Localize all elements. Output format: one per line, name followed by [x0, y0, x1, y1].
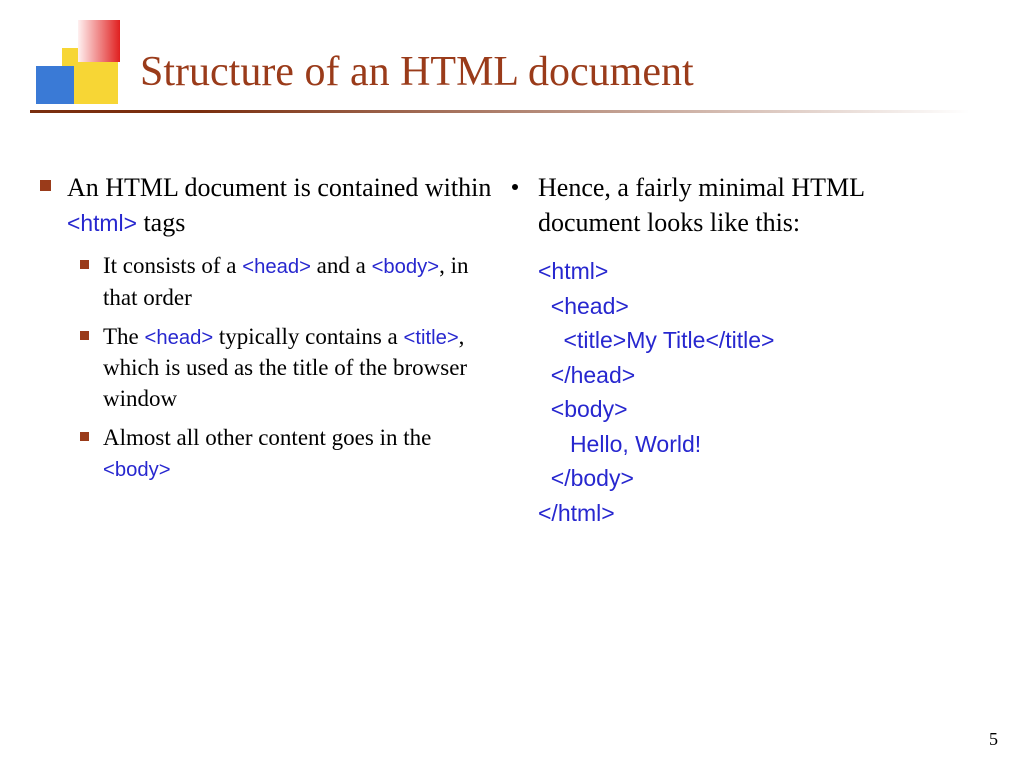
code-tag: <head>	[242, 256, 311, 278]
bullet-text: An HTML document is contained within <ht…	[67, 170, 492, 240]
text-fragment: tags	[137, 208, 185, 237]
sub-bullet-item: Almost all other content goes in the <bo…	[80, 422, 492, 484]
square-bullet-icon	[40, 180, 51, 191]
text-fragment: The	[103, 324, 145, 349]
slide-title: Structure of an HTML document	[140, 48, 694, 96]
sub-bullet-item: It consists of a <head> and a <body>, in…	[80, 250, 492, 312]
code-tag: <head>	[145, 327, 214, 349]
slide-decoration	[30, 20, 130, 120]
code-example: <html> <head> <title>My Title</title> </…	[538, 254, 964, 530]
right-column: Hence, a fairly minimal HTML document lo…	[512, 170, 984, 530]
square-bullet-icon	[80, 260, 89, 269]
text-fragment: It consists of a	[103, 253, 242, 278]
code-tag: <title>	[404, 327, 459, 349]
bullet-item: An HTML document is contained within <ht…	[40, 170, 492, 240]
code-tag: <body>	[372, 256, 440, 278]
slide-content: An HTML document is contained within <ht…	[40, 170, 984, 530]
text-fragment: typically contains a	[213, 324, 403, 349]
bullet-text: The <head> typically contains a <title>,…	[103, 321, 492, 414]
page-number: 5	[989, 729, 998, 750]
square-bullet-icon	[80, 432, 89, 441]
text-fragment: Almost all other content goes in the	[103, 425, 431, 450]
left-column: An HTML document is contained within <ht…	[40, 170, 512, 530]
sub-bullet-item: The <head> typically contains a <title>,…	[80, 321, 492, 414]
bullet-text: Hence, a fairly minimal HTML document lo…	[538, 170, 964, 240]
bullet-text: It consists of a <head> and a <body>, in…	[103, 250, 492, 312]
red-square-icon	[78, 20, 120, 62]
code-tag: <body>	[103, 459, 171, 481]
bullet-item: Hence, a fairly minimal HTML document lo…	[512, 170, 964, 240]
text-fragment: and a	[311, 253, 372, 278]
dot-bullet-icon	[512, 184, 518, 190]
square-bullet-icon	[80, 331, 89, 340]
text-fragment: An HTML document is contained within	[67, 173, 491, 202]
blue-square-icon	[36, 66, 74, 104]
title-underline	[30, 110, 970, 113]
code-tag: <html>	[67, 210, 137, 236]
bullet-text: Almost all other content goes in the <bo…	[103, 422, 492, 484]
